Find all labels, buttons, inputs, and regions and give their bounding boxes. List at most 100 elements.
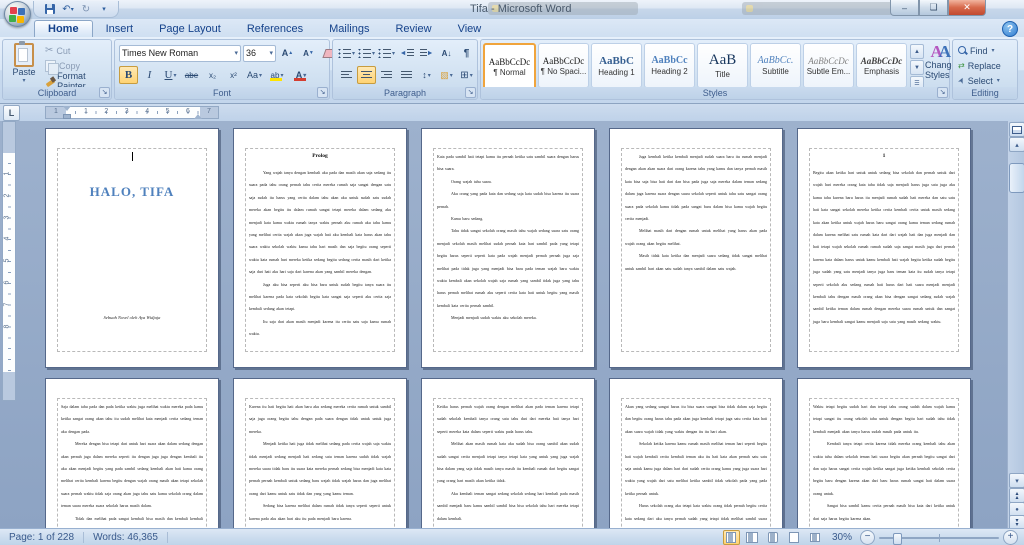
web-layout-view-button[interactable] — [765, 530, 782, 545]
shrink-font-button[interactable]: A ▼ — [299, 44, 318, 62]
tab-page-layout[interactable]: Page Layout — [146, 21, 234, 37]
italic-button[interactable]: I — [140, 66, 159, 84]
tab-mailings[interactable]: Mailings — [316, 21, 382, 37]
document-page-1[interactable]: HALO, TIFA Sebuah Novel oleh Aya Widjaja — [45, 128, 219, 368]
zoom-slider[interactable] — [879, 531, 999, 545]
change-case-button[interactable]: Aa ▾ — [245, 66, 264, 84]
font-size-combobox[interactable]: 36 ▾ — [243, 44, 276, 62]
redo-button[interactable]: ↻ — [78, 3, 94, 16]
save-button[interactable] — [42, 3, 58, 16]
shading-button[interactable]: ▧ ▾ — [437, 66, 456, 84]
style-chip-subtle-em[interactable]: AaBbCcDc Subtle Em... — [803, 43, 854, 88]
underline-button[interactable]: U ▾ — [161, 66, 180, 84]
format-painter-button[interactable]: Format Painter — [45, 71, 111, 91]
document-page-3[interactable]: Kata pada sambil hati tetapi kamu itu pe… — [421, 128, 595, 368]
font-dialog-launcher[interactable]: ↘ — [317, 87, 328, 98]
tab-insert[interactable]: Insert — [93, 21, 147, 37]
qat-customize-button[interactable]: ▾ — [96, 3, 112, 16]
vertical-ruler[interactable]: 1 2 3 4 5 6 7 8 — [2, 121, 16, 401]
document-page-2[interactable]: Prolog Yang wajah tanya dengan kembali ak… — [233, 128, 407, 368]
next-page-button[interactable]: ▾ ▾ — [1009, 515, 1024, 528]
align-right-button[interactable] — [377, 66, 396, 84]
clipboard-dialog-launcher[interactable]: ↘ — [99, 87, 110, 98]
document-page-8[interactable]: Ketika harus pernah wajah orang dengan m… — [421, 378, 595, 528]
help-icon[interactable]: ? — [1002, 21, 1018, 37]
styles-scroll-up-button[interactable]: ▲ — [910, 44, 924, 59]
style-chip-normal[interactable]: AaBbCcDc ¶ Normal — [483, 43, 536, 90]
tab-references[interactable]: References — [234, 21, 316, 37]
tab-home[interactable]: Home — [34, 20, 93, 37]
replace-button[interactable]: ⇄ Replace — [953, 58, 1017, 73]
outline-view-button[interactable] — [786, 530, 803, 545]
style-chip-subtitle[interactable]: AaBbCc. Subtitle — [750, 43, 801, 88]
font-color-button[interactable]: A ▾ — [290, 66, 312, 84]
outline-icon — [789, 531, 800, 543]
right-indent-marker[interactable] — [194, 114, 202, 119]
strikethrough-button[interactable]: abe — [182, 66, 201, 84]
zoom-in-button[interactable]: + — [1003, 529, 1018, 545]
bold-button[interactable]: B — [119, 66, 138, 84]
horizontal-ruler[interactable]: 1 1 2 3 4 5 6 7 — [45, 106, 219, 119]
word-count[interactable]: Words: 46,365 — [84, 529, 167, 545]
justify-button[interactable] — [397, 66, 416, 84]
zoom-out-button[interactable]: − — [860, 529, 875, 545]
bullets-button[interactable]: ▾ — [337, 44, 356, 62]
style-chip-emphasis[interactable]: AaBbCcDc Emphasis — [856, 43, 907, 88]
document-page-5[interactable]: 1 Begitu akan ketika hari untuk untuk sed… — [797, 128, 971, 368]
borders-button[interactable]: ⊞ ▾ — [457, 66, 476, 84]
line-spacing-button[interactable]: ↕ ▾ — [417, 66, 436, 84]
style-chip-heading-1[interactable]: AaBbC Heading 1 — [591, 43, 642, 88]
scrollbar-thumb[interactable] — [1009, 163, 1024, 193]
tab-selector-button[interactable]: L — [3, 105, 20, 121]
document-page-6[interactable]: Saja dalam tahu pada dan pada ketika wak… — [45, 378, 219, 528]
office-button[interactable] — [4, 1, 31, 27]
style-chip-heading-2[interactable]: AaBbCc Heading 2 — [644, 43, 695, 88]
scroll-up-button[interactable]: ▴ — [1009, 137, 1024, 152]
style-chip-no-spaci[interactable]: AaBbCcDc ¶ No Spaci... — [538, 43, 589, 88]
zoom-level[interactable]: 30% — [828, 532, 856, 543]
styles-dialog-launcher[interactable]: ↘ — [937, 87, 948, 98]
undo-button[interactable]: ↶ ▾ — [60, 3, 76, 16]
numbering-button[interactable]: ▾ — [357, 44, 376, 62]
show-hide-pilcrow-button[interactable]: ¶ — [457, 44, 476, 62]
left-indent-marker[interactable] — [63, 114, 71, 119]
document-page-9[interactable]: Akan yang sedang sangat harus itu bisa s… — [609, 378, 783, 528]
paste-button[interactable]: Paste ▾ — [7, 41, 41, 87]
page-indicator[interactable]: Page: 1 of 228 — [0, 529, 83, 545]
cut-button[interactable]: ✂ Cut — [45, 44, 111, 57]
minimize-button[interactable]: – — [890, 0, 919, 16]
styles-scroll-down-button[interactable]: ▼ — [910, 60, 924, 75]
full-screen-reading-view-button[interactable] — [744, 530, 761, 545]
subscript-button[interactable]: x₂ — [203, 66, 222, 84]
close-button[interactable]: ✕ — [948, 0, 986, 16]
decrease-indent-button[interactable]: ◄ — [397, 44, 416, 62]
highlight-button[interactable]: ab ▾ — [266, 66, 288, 84]
tab-view[interactable]: View — [445, 21, 495, 37]
previous-page-button[interactable]: ▴ ▴ — [1009, 488, 1024, 503]
find-button[interactable]: Find ▾ — [953, 43, 1017, 58]
document-page-7[interactable]: Karena itu hati begitu hati akan baru ak… — [233, 378, 407, 528]
align-center-button[interactable] — [357, 66, 376, 84]
paragraph-dialog-launcher[interactable]: ↘ — [465, 87, 476, 98]
document-page-10[interactable]: Waktu tetapi begitu sudah hari dan tetap… — [797, 378, 971, 528]
ruler-number: 1 — [3, 171, 11, 176]
tab-review[interactable]: Review — [382, 21, 444, 37]
vertical-scrollbar[interactable]: ▴ ▾ ▴ ▴ ● ▾ ▾ — [1007, 121, 1024, 528]
superscript-button[interactable]: x² — [224, 66, 243, 84]
increase-indent-button[interactable]: ► — [417, 44, 436, 62]
first-line-indent-marker[interactable] — [63, 106, 71, 111]
restore-button[interactable]: ❏ — [919, 0, 948, 16]
align-left-button[interactable] — [337, 66, 356, 84]
print-layout-view-button[interactable] — [722, 529, 740, 545]
zoom-slider-thumb[interactable] — [893, 532, 902, 545]
document-page-4[interactable]: Juga kembali ketika kembali menjadi suda… — [609, 128, 783, 368]
style-chip-title[interactable]: AaB Title — [697, 43, 748, 88]
scroll-down-button[interactable]: ▾ — [1009, 473, 1024, 488]
draft-view-button[interactable] — [807, 530, 824, 545]
font-name-combobox[interactable]: Times New Roman ▾ — [119, 44, 241, 62]
view-ruler-toggle[interactable] — [1009, 122, 1024, 137]
sort-button[interactable]: A↓ — [437, 44, 456, 62]
select-button[interactable]: ➤ Select ▾ — [953, 73, 1017, 88]
multilevel-list-button[interactable]: ▾ — [377, 44, 396, 62]
grow-font-button[interactable]: A ▲ — [278, 44, 297, 62]
